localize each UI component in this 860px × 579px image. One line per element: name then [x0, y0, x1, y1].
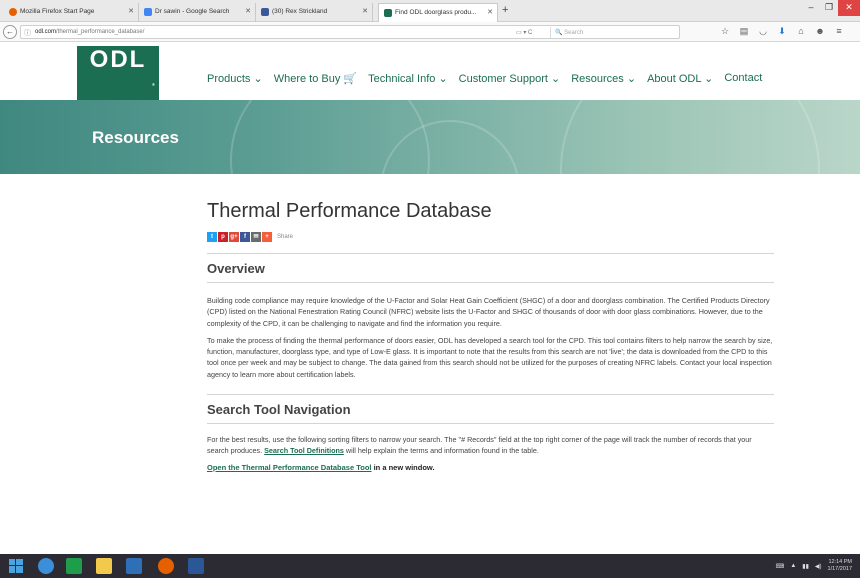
- bookmark-star-icon[interactable]: ☆: [720, 26, 730, 37]
- facebook-icon: [261, 8, 269, 16]
- twitter-icon[interactable]: t: [207, 232, 217, 242]
- nav-contact[interactable]: Contact: [724, 72, 762, 85]
- close-icon[interactable]: ✕: [245, 7, 251, 15]
- nav-technical-info[interactable]: Technical Info ⌄: [368, 72, 448, 85]
- more-share-icon[interactable]: +: [262, 232, 272, 242]
- outlook-icon[interactable]: [126, 558, 142, 574]
- open-tool-line: Open the Thermal Performance Database To…: [207, 462, 435, 472]
- tab-facebook[interactable]: (30) Rex Strickland ✕: [256, 3, 373, 22]
- site-header: ODL ® Products ⌄ Where to Buy 🛒 Technica…: [0, 43, 860, 100]
- chevron-down-icon: ⌄: [253, 73, 263, 85]
- search-placeholder: Search: [564, 30, 584, 36]
- chevron-down-icon: ⌄: [438, 73, 448, 85]
- odl-logo[interactable]: ODL ®: [77, 46, 159, 100]
- clock[interactable]: 12:14 PM 1/17/2017: [828, 559, 852, 573]
- divider: [207, 394, 774, 396]
- windows-start-icon[interactable]: [8, 558, 24, 574]
- browser-nav-bar: ← ⓘ odl.com/thermal_performance_database…: [0, 22, 860, 42]
- resources-banner: Resources: [0, 100, 860, 174]
- close-icon[interactable]: ✕: [128, 7, 134, 15]
- volume-icon[interactable]: ◀): [815, 563, 822, 570]
- tab-label: (30) Rex Strickland: [272, 8, 328, 15]
- search-input[interactable]: 🔍 Search: [550, 27, 700, 38]
- banner-title: Resources: [92, 128, 179, 147]
- info-icon: ⓘ: [24, 30, 31, 37]
- new-tab-button[interactable]: +: [502, 4, 508, 16]
- windows-taskbar: ⌨ ▲ ▮▮ ◀) 12:14 PM 1/17/2017: [0, 554, 860, 578]
- divider: [207, 253, 774, 254]
- menu-icon[interactable]: ≡: [834, 26, 844, 37]
- download-icon[interactable]: ⬇: [777, 26, 787, 37]
- tab-label: Find ODL doorglass produ...: [395, 9, 477, 16]
- overview-heading: Overview: [207, 261, 265, 276]
- overview-paragraph: Building code compliance may require kno…: [207, 296, 770, 328]
- banner-decoration: [560, 100, 820, 174]
- window-controls: – ❐ ✕: [802, 0, 860, 16]
- pocket-icon[interactable]: ◡: [758, 26, 768, 37]
- reload-icon[interactable]: ▭ ▾ C: [516, 29, 532, 36]
- reading-list-icon[interactable]: ▤: [739, 26, 749, 37]
- google-plus-icon[interactable]: g+: [229, 232, 239, 242]
- share-bar: t p g+ f ✉ + Share: [207, 232, 774, 242]
- main-nav: Products ⌄ Where to Buy 🛒 Technical Info…: [207, 72, 773, 85]
- nav-about-odl[interactable]: About ODL ⌄: [647, 72, 713, 85]
- file-explorer-icon[interactable]: [96, 558, 112, 574]
- close-icon[interactable]: ✕: [362, 7, 368, 15]
- back-arrow-icon[interactable]: ←: [3, 25, 17, 39]
- nav-customer-support[interactable]: Customer Support ⌄: [459, 72, 561, 85]
- sync-icon[interactable]: ☻: [815, 26, 825, 37]
- open-database-tool-link[interactable]: Open the Thermal Performance Database To…: [207, 463, 372, 472]
- store-icon[interactable]: [66, 558, 82, 574]
- word-icon[interactable]: [188, 558, 204, 574]
- system-tray: ⌨ ▲ ▮▮ ◀) 12:14 PM 1/17/2017: [776, 559, 852, 573]
- close-icon[interactable]: ✕: [487, 8, 493, 16]
- email-icon[interactable]: ✉: [251, 232, 261, 242]
- search-tool-navigation-heading: Search Tool Navigation: [207, 402, 351, 418]
- notification-icon[interactable]: ▲: [790, 563, 796, 569]
- search-tool-definitions-link[interactable]: Search Tool Definitions: [264, 446, 344, 455]
- tab-firefox-start[interactable]: Mozilla Firefox Start Page ✕: [4, 3, 139, 22]
- divider: [207, 282, 774, 283]
- edge-icon[interactable]: [38, 558, 54, 574]
- share-label[interactable]: Share: [277, 234, 293, 240]
- chevron-down-icon: ⌄: [626, 73, 637, 85]
- keyboard-icon[interactable]: ⌨: [776, 563, 785, 570]
- tab-label: Mozilla Firefox Start Page: [20, 8, 95, 15]
- chevron-down-icon: ⌄: [704, 73, 714, 85]
- main-content: Thermal Performance Database t p g+ f ✉ …: [207, 200, 774, 472]
- browser-tab-bar: Mozilla Firefox Start Page ✕ Dr sawin - …: [0, 0, 860, 22]
- firefox-icon[interactable]: [158, 558, 174, 574]
- tab-label: Dr sawin - Google Search: [155, 8, 230, 15]
- page-title: Thermal Performance Database: [207, 200, 492, 222]
- tab-google-search[interactable]: Dr sawin - Google Search ✕: [139, 3, 256, 22]
- odl-favicon-icon: [384, 9, 392, 17]
- facebook-icon[interactable]: f: [240, 232, 250, 242]
- tab-odl-active[interactable]: Find ODL doorglass produ... ✕: [378, 3, 498, 22]
- pinterest-icon[interactable]: p: [218, 232, 228, 242]
- nav-products[interactable]: Products ⌄: [207, 72, 263, 85]
- close-window-icon[interactable]: ✕: [838, 0, 860, 16]
- maximize-icon[interactable]: ❐: [820, 0, 838, 16]
- url-path: /thermal_performance_database/: [56, 29, 145, 35]
- divider: [207, 423, 774, 425]
- toolbar-icons: ☆ ▤ ◡ ⬇ ⌂ ☻ ≡: [720, 26, 844, 37]
- overview-paragraph: To make the process of finding the therm…: [207, 335, 773, 379]
- nav-resources[interactable]: Resources ⌄: [571, 72, 636, 85]
- firefox-icon: [9, 8, 17, 16]
- cart-icon: 🛒: [343, 73, 358, 85]
- url-domain: odl.com: [35, 29, 57, 35]
- navigation-paragraph: For the best results, use the following …: [207, 435, 752, 456]
- url-bar[interactable]: ⓘ odl.com/thermal_performance_database/ …: [20, 25, 680, 39]
- network-icon[interactable]: ▮▮: [802, 563, 809, 570]
- minimize-icon[interactable]: –: [802, 0, 820, 16]
- logo-text: ODL: [89, 46, 147, 73]
- nav-where-to-buy[interactable]: Where to Buy 🛒: [274, 72, 357, 85]
- registered-mark: ®: [152, 82, 157, 87]
- google-icon: [144, 8, 152, 16]
- home-icon[interactable]: ⌂: [796, 26, 806, 37]
- chevron-down-icon: ⌄: [550, 73, 561, 85]
